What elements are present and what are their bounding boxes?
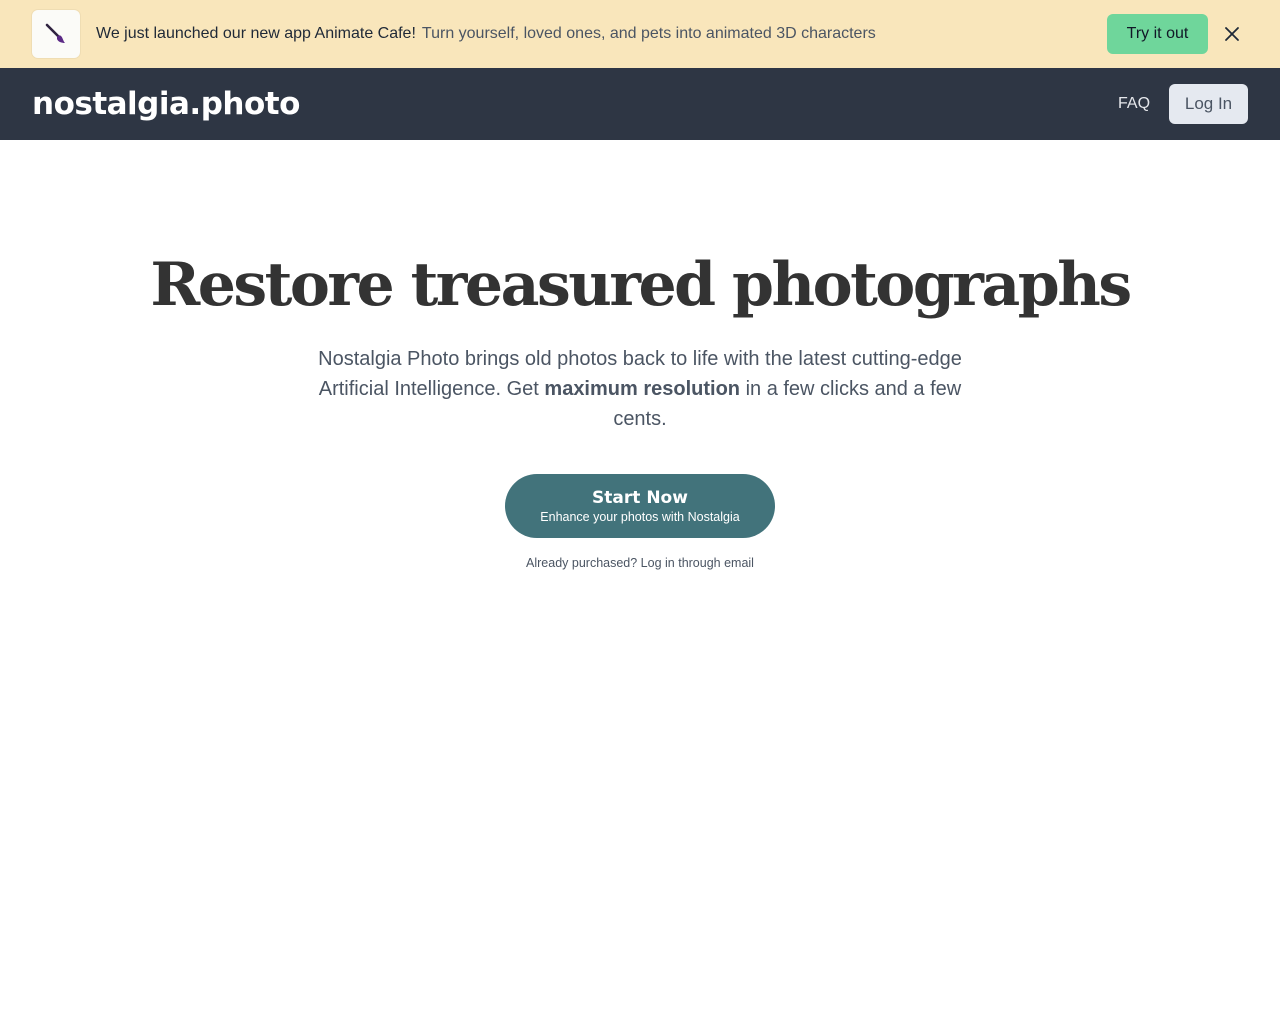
hero-title: Restore treasured photographs [150,250,1132,320]
email-login-container: Already purchased? Log in through email [0,556,1280,570]
site-logo[interactable]: nostalgia.photo [32,68,300,140]
close-icon[interactable] [1220,22,1244,46]
faq-link[interactable]: FAQ [1118,68,1150,140]
navbar: nostalgia.photo FAQ Log In [0,68,1280,140]
email-login-link[interactable]: Already purchased? Log in through email [526,556,754,570]
start-now-label: Start Now [592,487,688,508]
banner-headline: We just launched our new app Animate Caf… [96,25,416,42]
banner-subtext: Turn yourself, loved ones, and pets into… [421,25,876,42]
announcement-banner: We just launched our new app Animate Caf… [0,0,1280,68]
login-button[interactable]: Log In [1169,84,1248,124]
banner-message: We just launched our new app Animate Caf… [96,0,876,68]
start-now-subtitle: Enhance your photos with Nostalgia [540,509,740,524]
try-it-out-button[interactable]: Try it out [1107,14,1208,54]
paintbrush-icon[interactable] [32,10,80,58]
start-now-button[interactable]: Start Now Enhance your photos with Nosta… [505,474,775,538]
hero-description-emphasis: maximum resolution [544,378,741,400]
hero-description: Nostalgia Photo brings old photos back t… [306,344,974,434]
